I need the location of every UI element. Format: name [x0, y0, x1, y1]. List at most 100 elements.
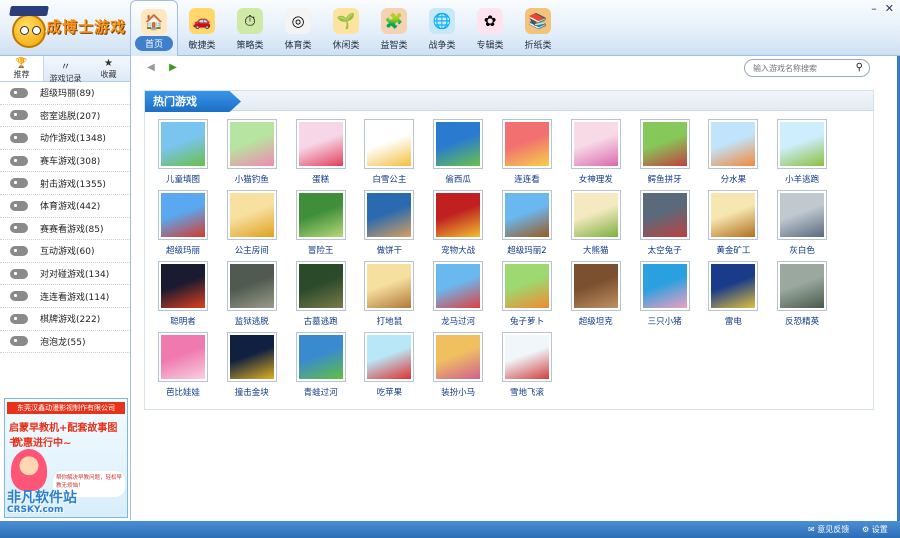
category-item[interactable]: 赛车游戏(308) [0, 150, 130, 173]
game-name[interactable]: 超级坦克 [566, 315, 626, 327]
game-tile[interactable]: 连连看 [497, 119, 557, 190]
nav-item[interactable]: 🌱 休闲类 [322, 0, 370, 56]
game-thumbnail[interactable] [226, 261, 277, 311]
game-name[interactable]: 鳄鱼拼牙 [635, 173, 695, 185]
nav-item[interactable]: ✿ 专辑类 [466, 0, 514, 56]
game-name[interactable]: 雷电 [703, 315, 763, 327]
game-tile[interactable]: 公主房间 [222, 190, 282, 261]
game-thumbnail[interactable] [570, 190, 621, 240]
game-thumbnail[interactable] [364, 190, 415, 240]
game-thumbnail[interactable] [570, 119, 621, 169]
game-tile[interactable]: 雷电 [703, 261, 763, 332]
game-tile[interactable]: 鳄鱼拼牙 [635, 119, 695, 190]
game-tile[interactable]: 冒险王 [291, 190, 351, 261]
game-name[interactable]: 女神理发 [566, 173, 626, 185]
game-thumbnail[interactable] [295, 332, 346, 382]
game-thumbnail[interactable] [226, 119, 277, 169]
game-name[interactable]: 青蛙过河 [291, 386, 351, 398]
back-button[interactable]: ◀ [144, 61, 158, 75]
game-thumbnail[interactable] [777, 119, 828, 169]
category-item[interactable]: 赛赛看游戏(85) [0, 218, 130, 241]
game-thumbnail[interactable] [639, 190, 690, 240]
game-name[interactable]: 超级玛丽 [153, 244, 213, 256]
game-thumbnail[interactable] [501, 261, 552, 311]
game-name[interactable]: 超级玛丽2 [497, 244, 557, 256]
game-tile[interactable]: 反恐精英 [772, 261, 832, 332]
game-tile[interactable]: 芭比娃娃 [153, 332, 213, 403]
game-thumbnail[interactable] [501, 119, 552, 169]
game-name[interactable]: 太空兔子 [635, 244, 695, 256]
game-tile[interactable]: 打地鼠 [359, 261, 419, 332]
category-item[interactable]: 连连看游戏(114) [0, 285, 130, 308]
game-tile[interactable]: 大熊猫 [566, 190, 626, 261]
game-name[interactable]: 分水果 [703, 173, 763, 185]
game-thumbnail[interactable] [158, 261, 208, 311]
game-name[interactable]: 宠物大战 [428, 244, 488, 256]
game-name[interactable]: 龙马过河 [428, 315, 488, 327]
category-item[interactable]: 泡泡龙(55) [0, 331, 130, 354]
game-name[interactable]: 大熊猫 [566, 244, 626, 256]
game-thumbnail[interactable] [708, 119, 759, 169]
game-tile[interactable]: 小猫钓鱼 [222, 119, 282, 190]
game-thumbnail[interactable] [501, 332, 552, 382]
game-name[interactable]: 儿童填图 [153, 173, 213, 185]
game-tile[interactable]: 小羊逃跑 [772, 119, 832, 190]
game-thumbnail[interactable] [570, 261, 621, 311]
game-name[interactable]: 白雪公主 [359, 173, 419, 185]
game-name[interactable]: 芭比娃娃 [153, 386, 213, 398]
game-tile[interactable]: 灰白色 [772, 190, 832, 261]
game-tile[interactable]: 超级玛丽 [153, 190, 213, 261]
game-tile[interactable]: 超级坦克 [566, 261, 626, 332]
game-thumbnail[interactable] [364, 261, 415, 311]
game-thumbnail[interactable] [708, 190, 759, 240]
nav-item[interactable]: 🧩 益智类 [370, 0, 418, 56]
sidebar-tab[interactable]: ★ 收藏 [87, 56, 130, 81]
sidebar-tab[interactable]: 🏆 推荐 [0, 56, 44, 81]
game-thumbnail[interactable] [777, 190, 828, 240]
category-item[interactable]: 射击游戏(1355) [0, 172, 130, 195]
game-tile[interactable]: 雪地飞滚 [497, 332, 557, 403]
ad-banner[interactable]: 东莞汉鑫动漫影视制作有限公司 启蒙早教机+配套故事图书 优惠进行中~ 帮你解决早… [4, 398, 128, 518]
game-thumbnail[interactable] [295, 190, 346, 240]
game-tile[interactable]: 宠物大战 [428, 190, 488, 261]
game-thumbnail[interactable] [364, 119, 415, 169]
nav-item[interactable]: ⏱ 策略类 [226, 0, 274, 56]
game-thumbnail[interactable] [364, 332, 415, 382]
nav-item[interactable]: 🌐 战争类 [418, 0, 466, 56]
game-name[interactable]: 小羊逃跑 [772, 173, 832, 185]
game-thumbnail[interactable] [226, 332, 277, 382]
game-name[interactable]: 装扮小马 [428, 386, 488, 398]
feedback-link[interactable]: ✉ 意见反馈 [808, 524, 849, 535]
nav-item[interactable]: 📚 折纸类 [514, 0, 562, 56]
game-name[interactable]: 三只小猪 [635, 315, 695, 327]
game-thumbnail[interactable] [777, 261, 828, 311]
game-thumbnail[interactable] [295, 261, 346, 311]
game-tile[interactable]: 蛋糕 [291, 119, 351, 190]
category-item[interactable]: 动作游戏(1348) [0, 127, 130, 150]
game-thumbnail[interactable] [158, 190, 208, 240]
game-tile[interactable]: 女神理发 [566, 119, 626, 190]
game-tile[interactable]: 做饼干 [359, 190, 419, 261]
game-name[interactable]: 雪地飞滚 [497, 386, 557, 398]
game-name[interactable]: 做饼干 [359, 244, 419, 256]
game-thumbnail[interactable] [295, 119, 346, 169]
game-name[interactable]: 冒险王 [291, 244, 351, 256]
game-name[interactable]: 黄金矿工 [703, 244, 763, 256]
game-tile[interactable]: 太空兔子 [635, 190, 695, 261]
nav-item[interactable]: ◎ 体育类 [274, 0, 322, 56]
game-thumbnail[interactable] [433, 119, 484, 169]
minimize-button[interactable]: – [871, 2, 877, 15]
game-thumbnail[interactable] [708, 261, 759, 311]
category-item[interactable]: 体育游戏(442) [0, 195, 130, 218]
search-input[interactable] [745, 60, 845, 76]
game-thumbnail[interactable] [158, 332, 208, 382]
search-icon[interactable]: ⚲ [856, 62, 863, 73]
game-tile[interactable]: 青蛙过河 [291, 332, 351, 403]
game-name[interactable]: 聪明者 [153, 315, 213, 327]
game-thumbnail[interactable] [158, 119, 208, 169]
game-tile[interactable]: 吃苹果 [359, 332, 419, 403]
game-tile[interactable]: 撞击金块 [222, 332, 282, 403]
game-tile[interactable]: 白雪公主 [359, 119, 419, 190]
game-name[interactable]: 小猫钓鱼 [222, 173, 282, 185]
game-name[interactable]: 灰白色 [772, 244, 832, 256]
